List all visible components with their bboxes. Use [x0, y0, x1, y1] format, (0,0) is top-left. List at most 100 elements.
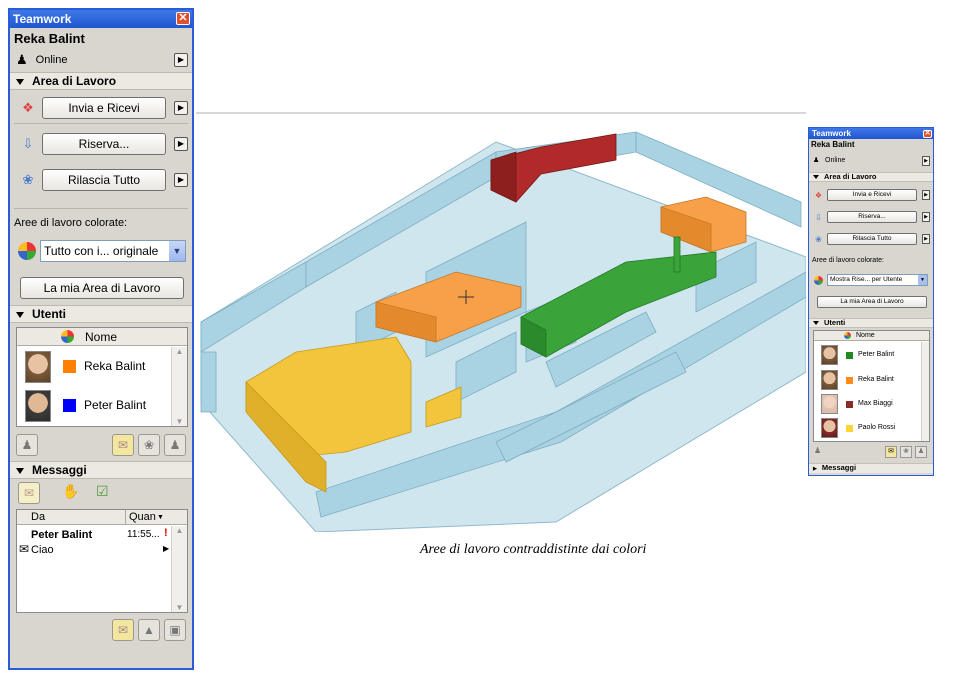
status-menu-button[interactable]: ▶	[922, 156, 930, 166]
message-time: 11:55...	[127, 529, 160, 540]
flag-icon: !	[164, 527, 168, 539]
floor-plan-3d-view[interactable]	[196, 112, 807, 533]
release-all-menu-button[interactable]: ▶	[922, 234, 930, 244]
list-item[interactable]: Max Biaggi	[814, 392, 920, 416]
remove-user-icon[interactable]: ♟	[814, 446, 826, 458]
section-utenti[interactable]: Utenti	[809, 318, 933, 328]
figure-caption: Aree di lavoro contraddistinte dai color…	[420, 542, 647, 557]
chevron-down-icon[interactable]: ▼	[169, 241, 185, 261]
bell-icon[interactable]: ▲	[138, 619, 160, 641]
list-item[interactable]: Reka Balint	[17, 347, 171, 387]
send-receive-button[interactable]: Invia e Ricevi	[827, 189, 917, 201]
section-messaggi[interactable]: Messaggi	[10, 461, 192, 479]
users-list-header: Nome	[814, 331, 929, 341]
reserve-menu-button[interactable]: ▶	[922, 212, 930, 222]
scroll-down-icon[interactable]: ▼	[172, 417, 187, 426]
send-message-icon[interactable]: ✉	[112, 619, 134, 641]
release-all-button[interactable]: Rilascia Tutto	[42, 169, 166, 191]
scroll-up-icon[interactable]: ▲	[172, 347, 187, 356]
panel-titlebar: Teamwork ✕	[809, 128, 933, 139]
folder-icon[interactable]: ▣	[164, 619, 186, 641]
send-receive-menu-button[interactable]: ▶	[174, 101, 188, 115]
scroll-up-icon[interactable]: ▲	[172, 526, 187, 535]
status-menu-button[interactable]: ▶	[174, 53, 188, 67]
list-item[interactable]: Peter Balint 11:55... ! ✉ Ciao ▶	[17, 526, 173, 562]
reserve-menu-button[interactable]: ▶	[174, 137, 188, 151]
messages-bottom-toolbar: ✉ ▲ ▣	[10, 617, 192, 647]
user-name: Reka Balint	[84, 359, 146, 373]
section-messaggi[interactable]: ▶ Messaggi	[809, 463, 933, 473]
users-group-icon[interactable]: ♟	[164, 434, 186, 456]
my-area-button[interactable]: La mia Area di Lavoro	[20, 277, 184, 299]
avatar	[821, 345, 838, 365]
reserve-button[interactable]: Riserva...	[42, 133, 166, 155]
status-row: ♟ Online ▶	[809, 156, 933, 168]
name-column-header[interactable]: Nome	[85, 328, 117, 346]
panel-title: Teamwork	[812, 129, 851, 138]
color-user-icon[interactable]: ❀	[138, 434, 160, 456]
users-list[interactable]: Nome Reka Balint Peter Balint ▲ ▼	[16, 327, 188, 427]
list-item[interactable]: Reka Balint	[814, 368, 920, 392]
from-column-header[interactable]: Da	[31, 510, 45, 525]
user-color-swatch	[846, 377, 853, 384]
section-area-di-lavoro[interactable]: Area di Lavoro	[10, 72, 192, 90]
messages-scrollbar[interactable]: ▲ ▼	[171, 526, 187, 612]
scroll-down-icon[interactable]: ▼	[172, 603, 187, 612]
collapse-triangle-icon	[16, 467, 24, 474]
hand-icon[interactable]: ✋	[62, 483, 79, 500]
name-column-header[interactable]: Nome	[856, 332, 875, 339]
checklist-icon[interactable]: ☑	[96, 483, 109, 500]
user-name: Paolo Rossi	[858, 424, 896, 431]
users-list[interactable]: Nome Peter Balint Reka Balint Max Biaggi…	[813, 330, 930, 442]
list-item[interactable]: Paolo Rossi	[814, 416, 920, 440]
close-button[interactable]: ✕	[923, 129, 932, 138]
messages-list[interactable]: Da Quan ▼ Peter Balint 11:55... ! ✉ Ciao…	[16, 509, 188, 613]
message-user-icon[interactable]: ✉	[885, 446, 897, 458]
messages-toolbar: ✉ ✋ ☑	[10, 479, 192, 507]
message-user-icon[interactable]: ✉	[112, 434, 134, 456]
user-name: Max Biaggi	[858, 400, 893, 407]
close-button[interactable]: ✕	[176, 12, 190, 25]
colored-areas-select[interactable]: Tutto con i... originale ▼	[40, 240, 186, 262]
new-message-icon[interactable]: ✉	[18, 482, 40, 504]
floor-plan-graphic	[196, 112, 807, 533]
user-color-swatch	[846, 401, 853, 408]
colored-areas-block: Aree di lavoro colorate: Tutto con i... …	[10, 209, 192, 305]
list-item[interactable]: Peter Balint	[17, 387, 171, 427]
messages-block: Da Quan ▼ Peter Balint 11:55... ! ✉ Ciao…	[10, 507, 192, 617]
section-title: Messaggi	[821, 463, 857, 472]
sort-arrow-icon[interactable]: ▼	[157, 510, 164, 525]
avatar	[821, 418, 838, 438]
list-item[interactable]: Peter Balint	[814, 343, 920, 367]
divider	[14, 123, 188, 124]
message-from: Peter Balint	[31, 529, 93, 541]
users-scrollbar[interactable]	[921, 342, 929, 441]
users-scrollbar[interactable]: ▲ ▼	[171, 347, 187, 426]
section-utenti[interactable]: Utenti	[10, 305, 192, 323]
release-all-menu-button[interactable]: ▶	[174, 173, 188, 187]
avatar	[25, 390, 51, 422]
person-icon: ♟	[16, 52, 28, 67]
when-column-header[interactable]: Quan	[125, 510, 156, 525]
release-all-button[interactable]: Rilascia Tutto	[827, 233, 917, 245]
color-user-icon[interactable]: ❀	[900, 446, 912, 458]
send-receive-menu-button[interactable]: ▶	[922, 190, 930, 200]
send-receive-button[interactable]: Invia e Ricevi	[42, 97, 166, 119]
current-user-name: Reka Balint	[14, 31, 85, 46]
users-group-icon[interactable]: ♟	[915, 446, 927, 458]
user-color-swatch	[63, 360, 76, 373]
color-wheel-icon	[18, 242, 36, 260]
reserve-button[interactable]: Riserva...	[827, 211, 917, 223]
section-title: Utenti	[824, 318, 846, 327]
expand-arrow-icon[interactable]: ▶	[163, 544, 169, 553]
send-receive-icon: ❖	[22, 100, 34, 115]
my-area-button[interactable]: La mia Area di Lavoro	[817, 296, 927, 308]
remove-user-icon[interactable]: ♟	[16, 434, 38, 456]
section-area-di-lavoro[interactable]: Area di Lavoro	[809, 172, 933, 182]
user-name: Peter Balint	[858, 351, 895, 358]
section-title: Utenti	[32, 307, 66, 321]
expand-triangle-icon: ▶	[813, 466, 817, 472]
collapse-triangle-icon	[16, 311, 24, 318]
chevron-down-icon[interactable]: ▼	[918, 275, 927, 285]
colored-areas-select[interactable]: Mostra Rise... per Utente ▼	[827, 274, 928, 286]
